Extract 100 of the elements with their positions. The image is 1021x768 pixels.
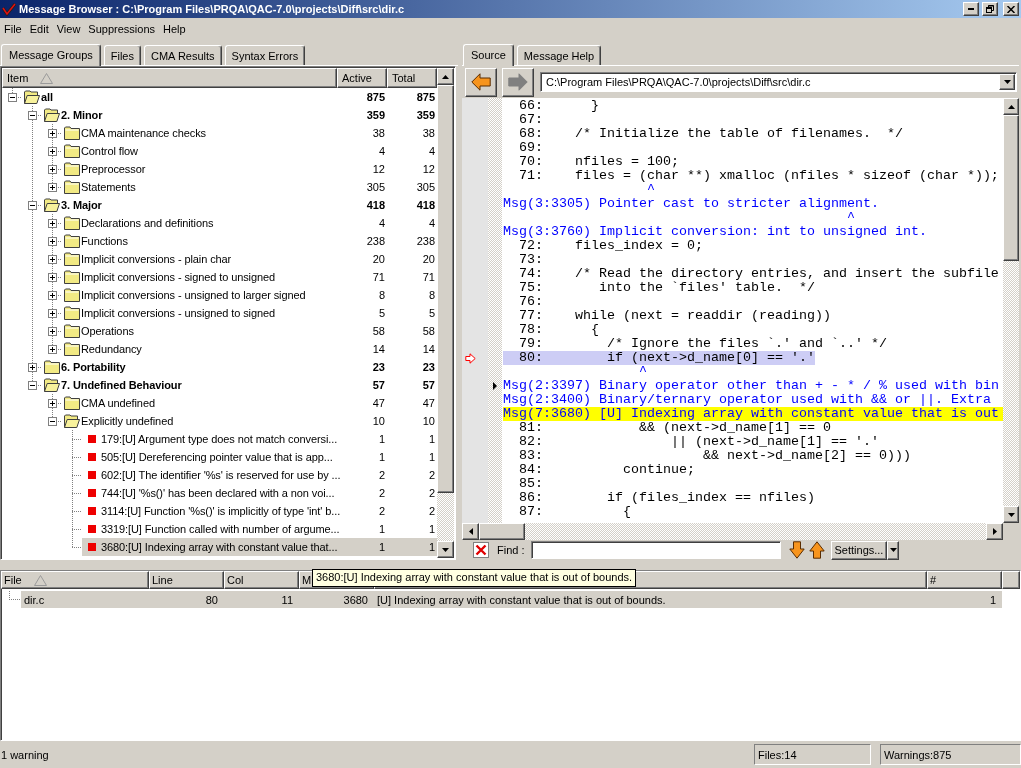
- scroll-right-button[interactable]: [986, 523, 1003, 540]
- tree-row[interactable]: 7. Undefined Behaviour 57 57: [42, 376, 437, 394]
- tab[interactable]: Source: [463, 44, 514, 66]
- tree-row[interactable]: Implicit conversions - signed to unsigned 71 71: [62, 268, 437, 286]
- message-line[interactable]: Msg(2:3397) Binary operator other than + - * / % used with bin: [503, 379, 999, 393]
- message-line[interactable]: Msg(3:3760) Implicit conversion: int to unsigned int.: [503, 225, 927, 239]
- tab[interactable]: Message Help: [516, 45, 602, 65]
- menu-item[interactable]: Help: [159, 23, 190, 35]
- scrollbar-thumb[interactable]: [479, 523, 525, 540]
- tree-row[interactable]: Redundancy 14 14: [62, 340, 437, 358]
- tree-row[interactable]: 179:[U] Argument type does not match conversi... 1 1: [82, 430, 437, 448]
- plus-box-icon[interactable]: [48, 272, 57, 282]
- scroll-up-button[interactable]: [437, 68, 454, 85]
- column-header[interactable]: Line: [149, 571, 224, 589]
- minus-box-icon[interactable]: [28, 110, 37, 120]
- code-text: into the `files' table. */: [598, 281, 815, 295]
- scroll-left-button[interactable]: [462, 523, 479, 540]
- code-text: && (next->d_name[1] == 0: [638, 421, 831, 435]
- tab[interactable]: Files: [103, 45, 141, 65]
- plus-box-icon[interactable]: [48, 344, 57, 354]
- tree-row[interactable]: Functions 238 238: [62, 232, 437, 250]
- tree-row[interactable]: Statements 305 305: [62, 178, 437, 196]
- minimize-button[interactable]: [963, 2, 979, 16]
- plus-box-icon[interactable]: [48, 326, 57, 336]
- active-count: 38: [371, 127, 386, 139]
- group-label: Implicit conversions - plain char: [81, 253, 232, 265]
- message-line[interactable]: Msg(2:3400) Binary/ternary operator used with && or ||. Extra: [503, 393, 991, 407]
- path-combo[interactable]: C:\Program Files\PRQA\QAC-7.0\projects\Diff\src\dir.c: [540, 72, 1017, 92]
- tab[interactable]: CMA Results: [144, 45, 222, 65]
- menu-item[interactable]: View: [52, 23, 85, 35]
- minus-box-icon[interactable]: [28, 200, 37, 210]
- column-header[interactable]: #: [927, 571, 1002, 589]
- plus-box-icon[interactable]: [48, 398, 57, 408]
- tree-row[interactable]: Operations 58 58: [62, 322, 437, 340]
- close-button[interactable]: [1003, 2, 1019, 16]
- plus-box-icon[interactable]: [48, 128, 57, 138]
- dropdown-button[interactable]: [999, 74, 1015, 90]
- column-header[interactable]: Total: [387, 68, 437, 88]
- minus-box-icon[interactable]: [28, 380, 37, 390]
- active-count: 20: [371, 253, 386, 265]
- column-header[interactable]: File: [1, 571, 149, 589]
- message-line[interactable]: Msg(3:3305) Pointer cast to stricter alignment.: [503, 197, 879, 211]
- plus-box-icon[interactable]: [28, 362, 37, 372]
- scroll-down-button[interactable]: [437, 541, 454, 558]
- column-header[interactable]: Active: [337, 68, 387, 88]
- plus-box-icon[interactable]: [48, 290, 57, 300]
- plus-box-icon[interactable]: [48, 308, 57, 318]
- app-logo-icon: [2, 2, 16, 16]
- back-button[interactable]: [465, 67, 497, 97]
- tree-row[interactable]: 2. Minor 359 359: [42, 106, 437, 124]
- tree-row[interactable]: Implicit conversions - unsigned to larger signed 8 8: [62, 286, 437, 304]
- result-row[interactable]: dir.c 80 11 3680 [U] Indexing array with constant value that is out of bounds. 1: [21, 591, 1002, 608]
- minus-box-icon[interactable]: [48, 416, 57, 426]
- tree-row[interactable]: Declarations and definitions 4 4: [62, 214, 437, 232]
- tree-row[interactable]: 744:[U] '%s()' has been declared with a non voi... 2 2: [82, 484, 437, 502]
- tree-row[interactable]: Implicit conversions - unsigned to signed 5 5: [62, 304, 437, 322]
- column-header[interactable]: Col: [224, 571, 299, 589]
- plus-box-icon[interactable]: [48, 254, 57, 264]
- active-count: 4: [377, 145, 386, 157]
- menu-item[interactable]: File: [0, 23, 26, 35]
- scrollbar-thumb[interactable]: [437, 85, 454, 493]
- tree-row[interactable]: 3. Major 418 418: [42, 196, 437, 214]
- plus-box-icon[interactable]: [48, 146, 57, 156]
- plus-box-icon[interactable]: [48, 164, 57, 174]
- plus-box-icon[interactable]: [48, 236, 57, 246]
- line-number: 81:: [519, 421, 543, 435]
- tree-row[interactable]: Control flow 4 4: [62, 142, 437, 160]
- column-header[interactable]: Item: [2, 68, 337, 88]
- tree-row[interactable]: 3114:[U] Function '%s()' is implicitly of type 'int' b... 2 2: [82, 502, 437, 520]
- tree-row[interactable]: all 875 875: [22, 88, 437, 106]
- tab[interactable]: Message Groups: [1, 44, 101, 66]
- scroll-down-button[interactable]: [1003, 506, 1019, 523]
- menu-item[interactable]: Suppressions: [84, 23, 159, 35]
- tree-row[interactable]: 505:[U] Dereferencing pointer value that is app... 1 1: [82, 448, 437, 466]
- find-field[interactable]: [530, 541, 781, 559]
- up-arrow-icon[interactable]: [808, 541, 825, 559]
- scrollbar-thumb[interactable]: [1003, 115, 1019, 261]
- minus-box-icon[interactable]: [8, 92, 17, 102]
- total-count: 23: [421, 361, 436, 373]
- close-icon[interactable]: [473, 542, 489, 558]
- dropdown-button[interactable]: [887, 540, 900, 560]
- restore-button[interactable]: [982, 2, 998, 16]
- scroll-up-button[interactable]: [1003, 98, 1019, 115]
- tree-row[interactable]: CMA undefined 47 47: [62, 394, 437, 412]
- code-text: && next->d_name[2] == 0))): [702, 449, 911, 463]
- settings-button[interactable]: Settings...: [830, 540, 888, 560]
- tree-row[interactable]: CMA maintenance checks 38 38: [62, 124, 437, 142]
- tab[interactable]: Syntax Errors: [224, 45, 306, 65]
- down-arrow-icon[interactable]: [788, 541, 805, 559]
- plus-box-icon[interactable]: [48, 218, 57, 228]
- square-icon: [88, 525, 96, 533]
- tree-row[interactable]: 6. Portability 23 23: [42, 358, 437, 376]
- menu-item[interactable]: Edit: [25, 23, 53, 35]
- plus-box-icon[interactable]: [48, 182, 57, 192]
- tree-row[interactable]: 3680:[U] Indexing array with constant value that... 1 1: [82, 538, 437, 556]
- tree-row[interactable]: Explicitly undefined 10 10: [62, 412, 437, 430]
- tree-row[interactable]: 602:[U] The identifier '%s' is reserved for use by ... 2 2: [82, 466, 437, 484]
- tree-row[interactable]: Preprocessor 12 12: [62, 160, 437, 178]
- tree-row[interactable]: Implicit conversions - plain char 20 20: [62, 250, 437, 268]
- tree-row[interactable]: 3319:[U] Function called with number of argume... 1 1: [82, 520, 437, 538]
